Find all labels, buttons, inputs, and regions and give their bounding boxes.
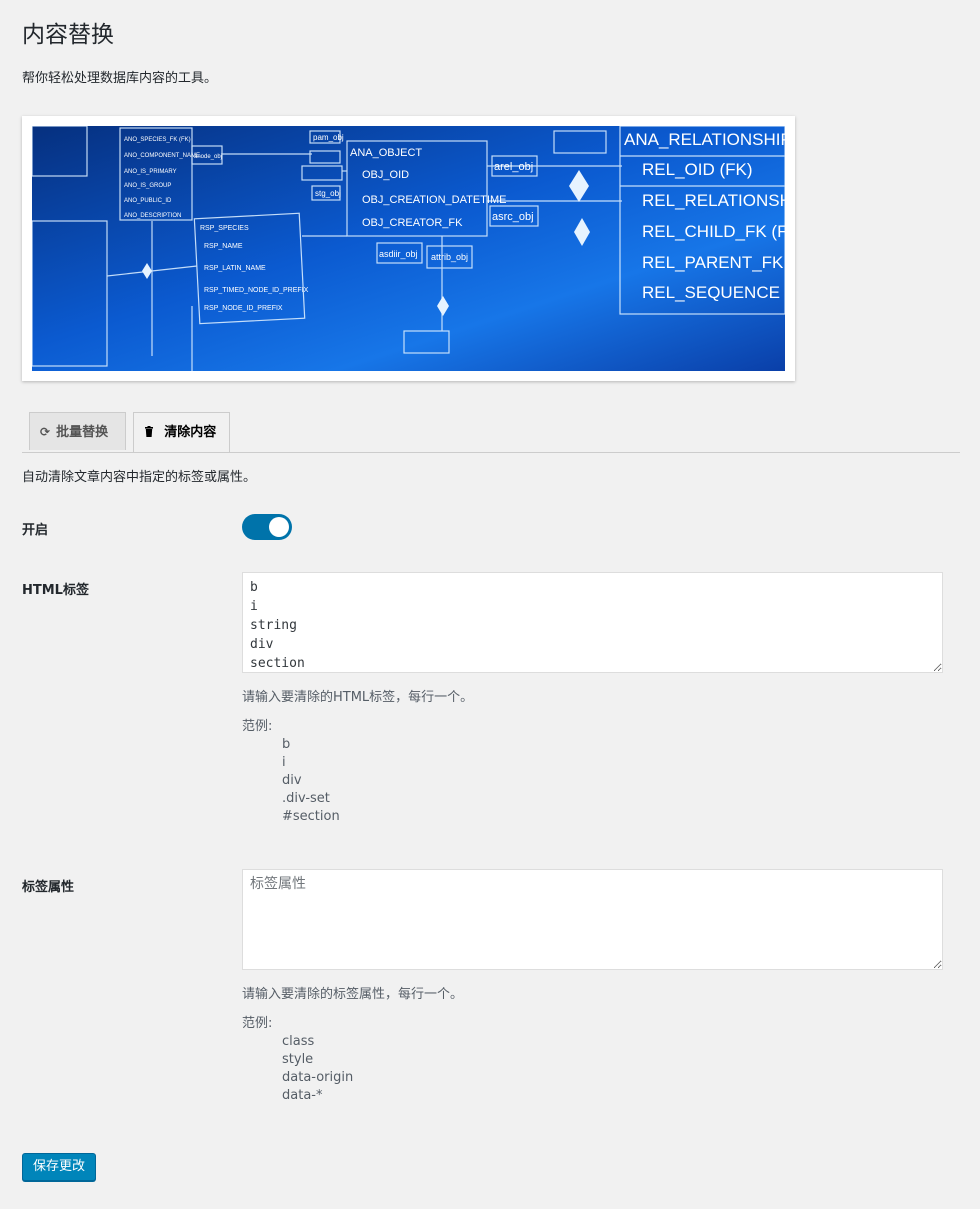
database-diagram-image: ANA_RELATIONSHIP REL_OID (FK) REL_RELATI… bbox=[32, 126, 785, 371]
example-item: data-origin bbox=[282, 1070, 354, 1085]
html-tags-textarea[interactable]: b i string div section bbox=[242, 572, 943, 673]
svg-text:OBJ_CREATOR_FK: OBJ_CREATOR_FK bbox=[362, 217, 463, 229]
svg-text:RSP_LATIN_NAME: RSP_LATIN_NAME bbox=[204, 265, 266, 272]
svg-text:asrc_obj: asrc_obj bbox=[492, 211, 534, 223]
tag-attrs-label: 标签属性 bbox=[22, 880, 75, 895]
tab-label: 清除内容 bbox=[164, 425, 217, 440]
svg-text:arel_obj: arel_obj bbox=[494, 161, 533, 173]
html-tags-example: 范例: b i div .div-set #section bbox=[242, 718, 340, 826]
enable-label: 开启 bbox=[22, 523, 49, 538]
svg-text:ANA_RELATIONSHIP: ANA_RELATIONSHIP bbox=[624, 130, 785, 149]
tab-label: 批量替换 bbox=[56, 425, 109, 440]
banner-image: ANA_RELATIONSHIP REL_OID (FK) REL_RELATI… bbox=[22, 116, 795, 381]
example-item: div bbox=[282, 773, 302, 788]
svg-text:ANO_SPECIES_FK (FK): ANO_SPECIES_FK (FK) bbox=[124, 137, 191, 143]
svg-text:ANO_DESCRIPTION: ANO_DESCRIPTION bbox=[124, 213, 181, 219]
example-item: i bbox=[282, 755, 286, 770]
refresh-icon: ⟳ bbox=[40, 425, 51, 439]
example-item: style bbox=[282, 1052, 314, 1067]
trash-icon bbox=[144, 425, 158, 439]
example-item: data-* bbox=[282, 1088, 323, 1103]
svg-text:RSP_NAME: RSP_NAME bbox=[204, 243, 243, 250]
svg-text:asdiir_obj: asdiir_obj bbox=[379, 249, 418, 259]
save-changes-button[interactable]: 保存更改 bbox=[22, 1153, 97, 1181]
toggle-knob bbox=[269, 517, 289, 537]
svg-text:anode_obj: anode_obj bbox=[194, 154, 222, 160]
svg-text:REL_CHILD_FK (FK): REL_CHILD_FK (FK) bbox=[642, 222, 785, 241]
example-item: b bbox=[282, 737, 291, 752]
example-item: class bbox=[282, 1034, 315, 1049]
html-tags-help: 请输入要清除的HTML标签，每行一个。 bbox=[242, 690, 474, 705]
svg-text:attrib_obj: attrib_obj bbox=[431, 252, 468, 262]
enable-toggle[interactable] bbox=[242, 514, 292, 540]
section-description: 自动清除文章内容中指定的标签或属性。 bbox=[22, 470, 257, 485]
example-title: 范例: bbox=[242, 1016, 273, 1031]
svg-text:ANO_PUBLIC_ID: ANO_PUBLIC_ID bbox=[124, 198, 172, 204]
tab-clear-content[interactable]: 清除内容 bbox=[133, 412, 230, 452]
svg-text:ANO_IS_PRIMARY: ANO_IS_PRIMARY bbox=[124, 169, 177, 175]
svg-text:stg_obj: stg_obj bbox=[315, 189, 341, 198]
html-tags-label: HTML标签 bbox=[22, 583, 89, 598]
svg-text:ANA_OBJECT: ANA_OBJECT bbox=[350, 147, 422, 159]
tab-batch-replace[interactable]: ⟳ 批量替换 bbox=[29, 412, 126, 450]
svg-text:OBJ_CREATION_DATETIME: OBJ_CREATION_DATETIME bbox=[362, 194, 506, 206]
svg-text:OBJ_OID: OBJ_OID bbox=[362, 169, 409, 181]
example-title: 范例: bbox=[242, 719, 273, 734]
svg-text:RSP_NODE_ID_PREFIX: RSP_NODE_ID_PREFIX bbox=[204, 305, 283, 312]
page-title: 内容替换 bbox=[22, 22, 114, 48]
tag-attrs-help: 请输入要清除的标签属性，每行一个。 bbox=[242, 987, 464, 1002]
svg-text:pam_obj: pam_obj bbox=[313, 133, 344, 142]
svg-text:REL_SEQUENCE: REL_SEQUENCE bbox=[642, 283, 780, 302]
svg-text:RSP_TIMED_NODE_ID_PREFIX: RSP_TIMED_NODE_ID_PREFIX bbox=[204, 287, 309, 294]
tab-bar: ⟳ 批量替换 清除内容 bbox=[22, 412, 960, 453]
svg-text:ANO_IS_GROUP: ANO_IS_GROUP bbox=[124, 183, 171, 189]
example-item: #section bbox=[282, 809, 340, 824]
tag-attrs-textarea[interactable] bbox=[242, 869, 943, 970]
page-subtitle: 帮你轻松处理数据库内容的工具。 bbox=[22, 71, 218, 86]
svg-text:RSP_SPECIES: RSP_SPECIES bbox=[200, 225, 249, 232]
svg-text:REL_RELATIONSHI: REL_RELATIONSHI bbox=[642, 191, 785, 210]
example-item: .div-set bbox=[282, 791, 330, 806]
svg-text:ANO_COMPONENT_NAME: ANO_COMPONENT_NAME bbox=[124, 153, 200, 159]
svg-text:REL_PARENT_FK (F: REL_PARENT_FK (F bbox=[642, 253, 785, 272]
tag-attrs-example: 范例: class style data-origin data-* bbox=[242, 1015, 353, 1105]
svg-text:REL_OID (FK): REL_OID (FK) bbox=[642, 160, 753, 179]
